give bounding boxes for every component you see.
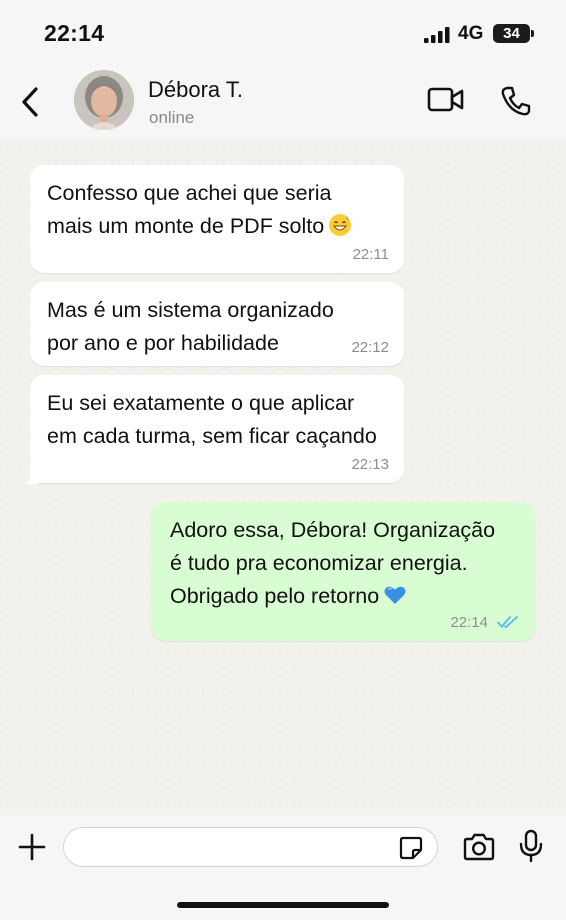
microphone-icon bbox=[519, 829, 543, 863]
grinning-sweat-emoji-icon bbox=[329, 214, 352, 236]
home-indicator bbox=[177, 902, 389, 908]
signal-icon bbox=[424, 27, 450, 43]
message-time: 22:12 bbox=[351, 339, 389, 356]
message-bubble-incoming[interactable]: Mas é um sistema organizado por ano e po… bbox=[30, 282, 404, 366]
battery-level: 34 bbox=[503, 25, 520, 42]
contact-photo bbox=[74, 70, 134, 130]
back-icon bbox=[22, 87, 38, 117]
phone-icon bbox=[501, 86, 531, 116]
status-bar: 22:14 4G 34 bbox=[0, 0, 566, 68]
message-text: Eu sei exatamente o que aplicar em cada … bbox=[47, 391, 377, 448]
network-type: 4G bbox=[458, 23, 484, 44]
sticker-button[interactable] bbox=[398, 835, 424, 861]
camera-icon bbox=[463, 833, 495, 861]
chat-header: Débora T. online bbox=[0, 68, 566, 140]
message-bubble-incoming[interactable]: Eu sei exatamente o que aplicar em cada … bbox=[30, 375, 404, 483]
blue-heart-emoji-icon bbox=[384, 586, 406, 604]
contact-name[interactable]: Débora T. bbox=[148, 77, 243, 103]
message-time: 22:14 bbox=[450, 614, 488, 631]
chat-area[interactable]: Confesso que achei que seria mais um mon… bbox=[0, 140, 566, 815]
message-bubble-outgoing[interactable]: Adoro essa, Débora! Organização é tudo p… bbox=[151, 502, 535, 641]
message-text-content: Adoro essa, Débora! Organização é tudo p… bbox=[170, 518, 496, 608]
battery-icon: 34 bbox=[493, 24, 530, 43]
bubble-tail bbox=[24, 470, 38, 484]
input-bar bbox=[0, 815, 566, 920]
message-time: 22:11 bbox=[352, 246, 389, 263]
voice-call-button[interactable] bbox=[499, 84, 533, 118]
message-text: Adoro essa, Débora! Organização é tudo p… bbox=[170, 514, 521, 613]
read-receipt-icon bbox=[497, 616, 518, 629]
sticker-icon bbox=[399, 836, 423, 860]
battery-tip bbox=[531, 30, 534, 37]
avatar[interactable] bbox=[74, 70, 134, 130]
microphone-button[interactable] bbox=[518, 829, 544, 863]
message-text: Confesso que achei que seria mais um mon… bbox=[47, 177, 390, 243]
message-text: Mas é um sistema organizado por ano e po… bbox=[47, 298, 334, 355]
message-time: 22:13 bbox=[351, 456, 389, 473]
video-call-icon bbox=[427, 87, 464, 112]
plus-icon bbox=[18, 833, 46, 861]
contact-status: online bbox=[149, 108, 195, 127]
message-bubble-incoming[interactable]: Confesso que achei que seria mais um mon… bbox=[30, 165, 404, 273]
status-time: 22:14 bbox=[44, 20, 105, 46]
message-input[interactable] bbox=[63, 827, 438, 867]
message-text-content: Confesso que achei que seria mais um mon… bbox=[47, 181, 332, 238]
camera-button[interactable] bbox=[462, 832, 496, 862]
attach-button[interactable] bbox=[17, 832, 47, 862]
video-call-button[interactable] bbox=[426, 85, 466, 115]
back-button[interactable] bbox=[12, 84, 48, 120]
